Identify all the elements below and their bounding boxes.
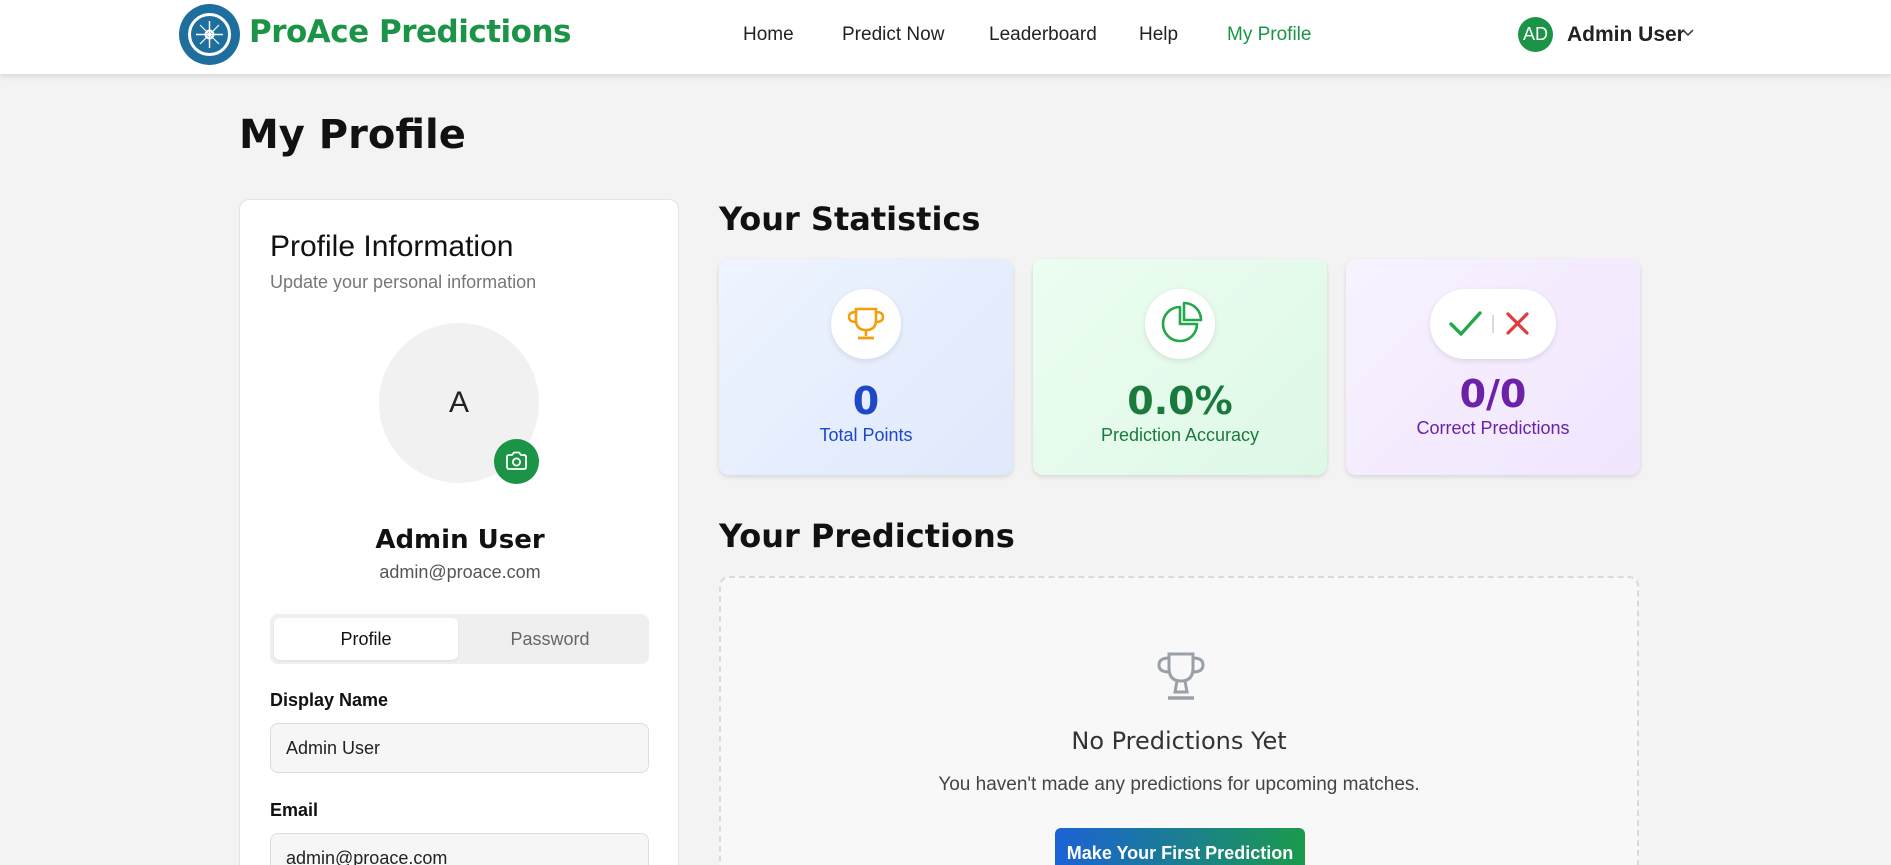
total-points-value: 0	[852, 379, 880, 423]
user-menu-name[interactable]: Admin User	[1567, 23, 1685, 47]
predictions-empty-state: No Predictions Yet You haven't made any …	[719, 576, 1639, 865]
profile-tabs: Profile Password	[270, 614, 649, 664]
correct-predictions-label: Correct Predictions	[1416, 418, 1570, 438]
correct-predictions-value: 0/0	[1459, 372, 1527, 416]
nav-my-profile[interactable]: My Profile	[1227, 24, 1311, 46]
trophy-badge	[831, 289, 901, 359]
brand-name[interactable]: ProAce Predictions	[249, 14, 571, 50]
profile-card-subtitle: Update your personal information	[270, 272, 537, 292]
pie-badge	[1145, 289, 1215, 359]
nav-predict-now[interactable]: Predict Now	[842, 24, 944, 46]
change-photo-button[interactable]	[494, 439, 539, 484]
logo-icon[interactable]	[179, 4, 240, 65]
profile-name: Admin User	[375, 525, 545, 555]
display-name-input[interactable]	[270, 723, 649, 773]
top-navbar: ProAce Predictions Home Predict Now Lead…	[0, 0, 1891, 74]
email-input[interactable]	[270, 833, 649, 865]
page-title: My Profile	[239, 112, 466, 158]
make-first-prediction-button[interactable]: Make Your First Prediction	[1055, 828, 1305, 865]
chevron-down-icon[interactable]	[1681, 26, 1695, 40]
trophy-icon	[847, 307, 885, 340]
pie-chart-icon	[1161, 301, 1203, 343]
statistics-title: Your Statistics	[719, 200, 981, 238]
nav-leaderboard[interactable]: Leaderboard	[989, 24, 1097, 46]
total-points-label: Total Points	[819, 425, 913, 445]
tab-password[interactable]: Password	[458, 618, 642, 660]
email-label: Email	[270, 800, 319, 820]
profile-card-title: Profile Information	[270, 230, 514, 263]
correct-predictions-card: 0/0 Correct Predictions	[1346, 259, 1640, 475]
trophy-icon	[1157, 652, 1205, 700]
predictions-title: Your Predictions	[719, 517, 1015, 555]
display-name-label: Display Name	[270, 690, 389, 710]
accuracy-value: 0.0%	[1127, 379, 1233, 423]
check-cross-badge	[1430, 289, 1556, 359]
user-avatar[interactable]: AD	[1518, 17, 1553, 52]
total-points-card: 0 Total Points	[719, 259, 1013, 475]
nav-home[interactable]: Home	[743, 24, 794, 46]
nav-help[interactable]: Help	[1139, 24, 1178, 46]
check-cross-icon	[1449, 311, 1529, 336]
empty-state-text: You haven't made any predictions for upc…	[938, 774, 1420, 795]
camera-icon	[506, 451, 527, 470]
accuracy-label: Prediction Accuracy	[1100, 425, 1260, 445]
prediction-accuracy-card: 0.0% Prediction Accuracy	[1033, 259, 1327, 475]
empty-state-title: No Predictions Yet	[1071, 727, 1287, 755]
tab-profile[interactable]: Profile	[274, 618, 458, 660]
profile-email: admin@proace.com	[379, 562, 541, 582]
profile-info-card: Profile Information Update your personal…	[239, 199, 679, 865]
